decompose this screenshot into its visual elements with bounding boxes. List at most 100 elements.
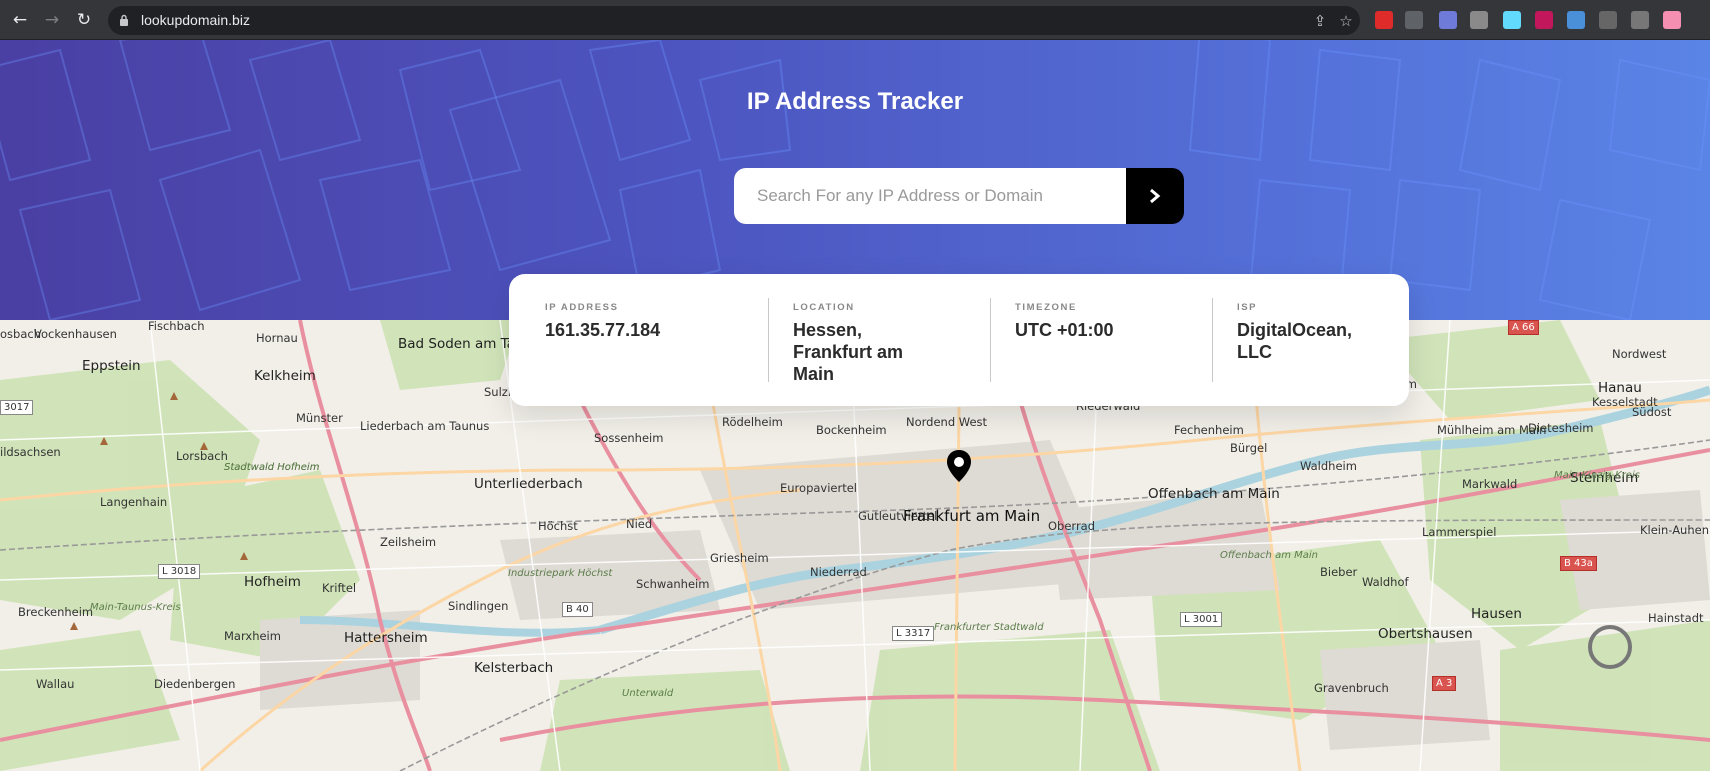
divider [768,298,769,382]
map-label: Waldhof [1362,575,1409,589]
map-label: Stadtwald Hofheim [224,462,320,473]
address-bar[interactable]: lookupdomain.biz ⇪ ☆ [108,6,1360,35]
map-label: A 3 [1432,676,1457,691]
map-label: Unterwald [622,688,674,699]
timezone-label: TIMEZONE [1015,302,1077,313]
ext-drive-icon[interactable] [1405,11,1423,29]
map-label: Kelsterbach [474,660,554,676]
map-label: Hausen [1471,606,1522,622]
location-section: LOCATION Hessen, Frankfurt am Main [793,298,973,384]
page: IP Address Tracker Search For any IP Add… [0,40,1710,771]
map-label: Schwanheim [636,577,710,591]
lock-icon [120,14,128,26]
map-label: Eppstein [82,358,141,374]
share-icon[interactable]: ⇪ [1311,12,1329,30]
map-label: Lorsbach [176,449,228,463]
map-label: Bürgel [1230,441,1268,455]
ext-gradient-icon[interactable] [1663,11,1681,29]
map-label: L 3001 [1180,612,1223,627]
map-label: Breckenheim [18,605,94,619]
map-label: B 43a [1560,556,1597,571]
map-label: osbach [0,327,41,341]
map-label: Vockenhausen [34,327,117,341]
map-label: Sossenheim [594,431,664,445]
page-title: IP Address Tracker [746,88,964,115]
map-label: Waldheim [1300,459,1357,473]
location-pin-icon [947,450,971,482]
map-label: Hanau [1598,380,1642,396]
map-label-frankfurt: Frankfurt am Main [903,507,1041,525]
map-label: Dietesheim [1528,421,1594,435]
map-label: A 66 [1508,320,1539,335]
map-label: ildsachsen [0,445,61,459]
map-label: Marxheim [224,629,281,643]
ext-bottle-icon[interactable] [1470,11,1488,29]
map-label: Griesheim [710,551,769,565]
chevron-right-icon [1150,188,1161,204]
map-label: Main-Taunus-Kreis [90,602,181,613]
map-label: Nied [626,517,653,531]
timezone-value: UTC +01:00 [1015,320,1114,340]
isp-label: ISP [1237,302,1258,313]
ip-info-card: IP ADDRESS 161.35.77.184 LOCATION Hessen… [509,274,1409,406]
map-label: Bockenheim [816,423,887,437]
ext-react-icon[interactable] [1503,11,1521,29]
ip-address-value: 161.35.77.184 [545,320,661,340]
ext-bars-icon[interactable] [1599,11,1617,29]
map-label: Kelkheim [254,368,316,384]
map-label: Hattersheim [344,630,428,646]
map-label: Offenbach am Main [1220,550,1318,561]
ext-red-icon[interactable] [1375,11,1393,29]
map-label: Obertshausen [1378,626,1473,642]
map-label: Hofheim [244,574,301,590]
map-label: Hainstadt [1648,611,1704,625]
map-label: B 40 [562,602,593,617]
bookmark-star-icon[interactable]: ☆ [1337,12,1355,30]
search-bar [734,168,1184,224]
map-label: Nordwest [1612,347,1667,361]
map-label: Fechenheim [1174,423,1244,437]
map-label: Sindlingen [448,599,509,613]
divider [1212,298,1213,382]
search-input[interactable] [734,168,1126,224]
divider [990,298,991,382]
isp-section: ISP DigitalOcean, LLC [1237,298,1387,382]
map-label: Oberrad [1048,519,1096,533]
isp-value: DigitalOcean, LLC [1237,320,1353,362]
ext-k-icon[interactable] [1535,11,1553,29]
map-label: Langenhain [100,495,168,509]
map-label: Wallau [36,677,75,691]
back-arrow-icon[interactable]: ← [10,10,30,30]
map-label: Kriftel [322,581,357,595]
ext-pen-icon[interactable] [1439,11,1457,29]
location-label: LOCATION [793,302,855,313]
map-label: Höchst [538,519,578,533]
forward-arrow-icon[interactable]: → [42,10,62,30]
map-label: Unterliederbach [474,476,583,492]
map-label: Frankfurter Stadtwald [934,622,1044,633]
map-label: Offenbach am Main [1148,486,1280,502]
search-submit-button[interactable] [1126,168,1184,224]
map-label: Bieber [1320,565,1358,579]
map-label: Niederrad [810,565,867,579]
reload-icon[interactable]: ↻ [74,10,94,30]
map-label: Fischbach [148,320,205,333]
ext-grid-icon[interactable] [1567,11,1585,29]
map-label: Gravenbruch [1314,681,1389,695]
map-label: Hornau [256,331,298,345]
map-label: Diedenbergen [154,677,236,691]
map-label: Markwald [1462,477,1518,491]
map-label: Europaviertel [780,481,857,495]
ip-address-label: IP ADDRESS [545,302,619,313]
map-label: Main-Kinzig-Kreis [1554,470,1640,481]
map-label: Liederbach am Taunus [360,419,490,433]
map-label: Industriepark Höchst [508,568,613,579]
map-label: Zeilsheim [380,535,437,549]
map-label: Südost [1632,405,1672,419]
url-text: lookupdomain.biz [141,12,250,28]
map-label: Nordend West [906,415,988,429]
map-label: Rödelheim [722,415,783,429]
map-label: Lammerspiel [1422,525,1497,539]
ext-gear-icon[interactable] [1631,11,1649,29]
map-label: Münster [296,411,343,425]
